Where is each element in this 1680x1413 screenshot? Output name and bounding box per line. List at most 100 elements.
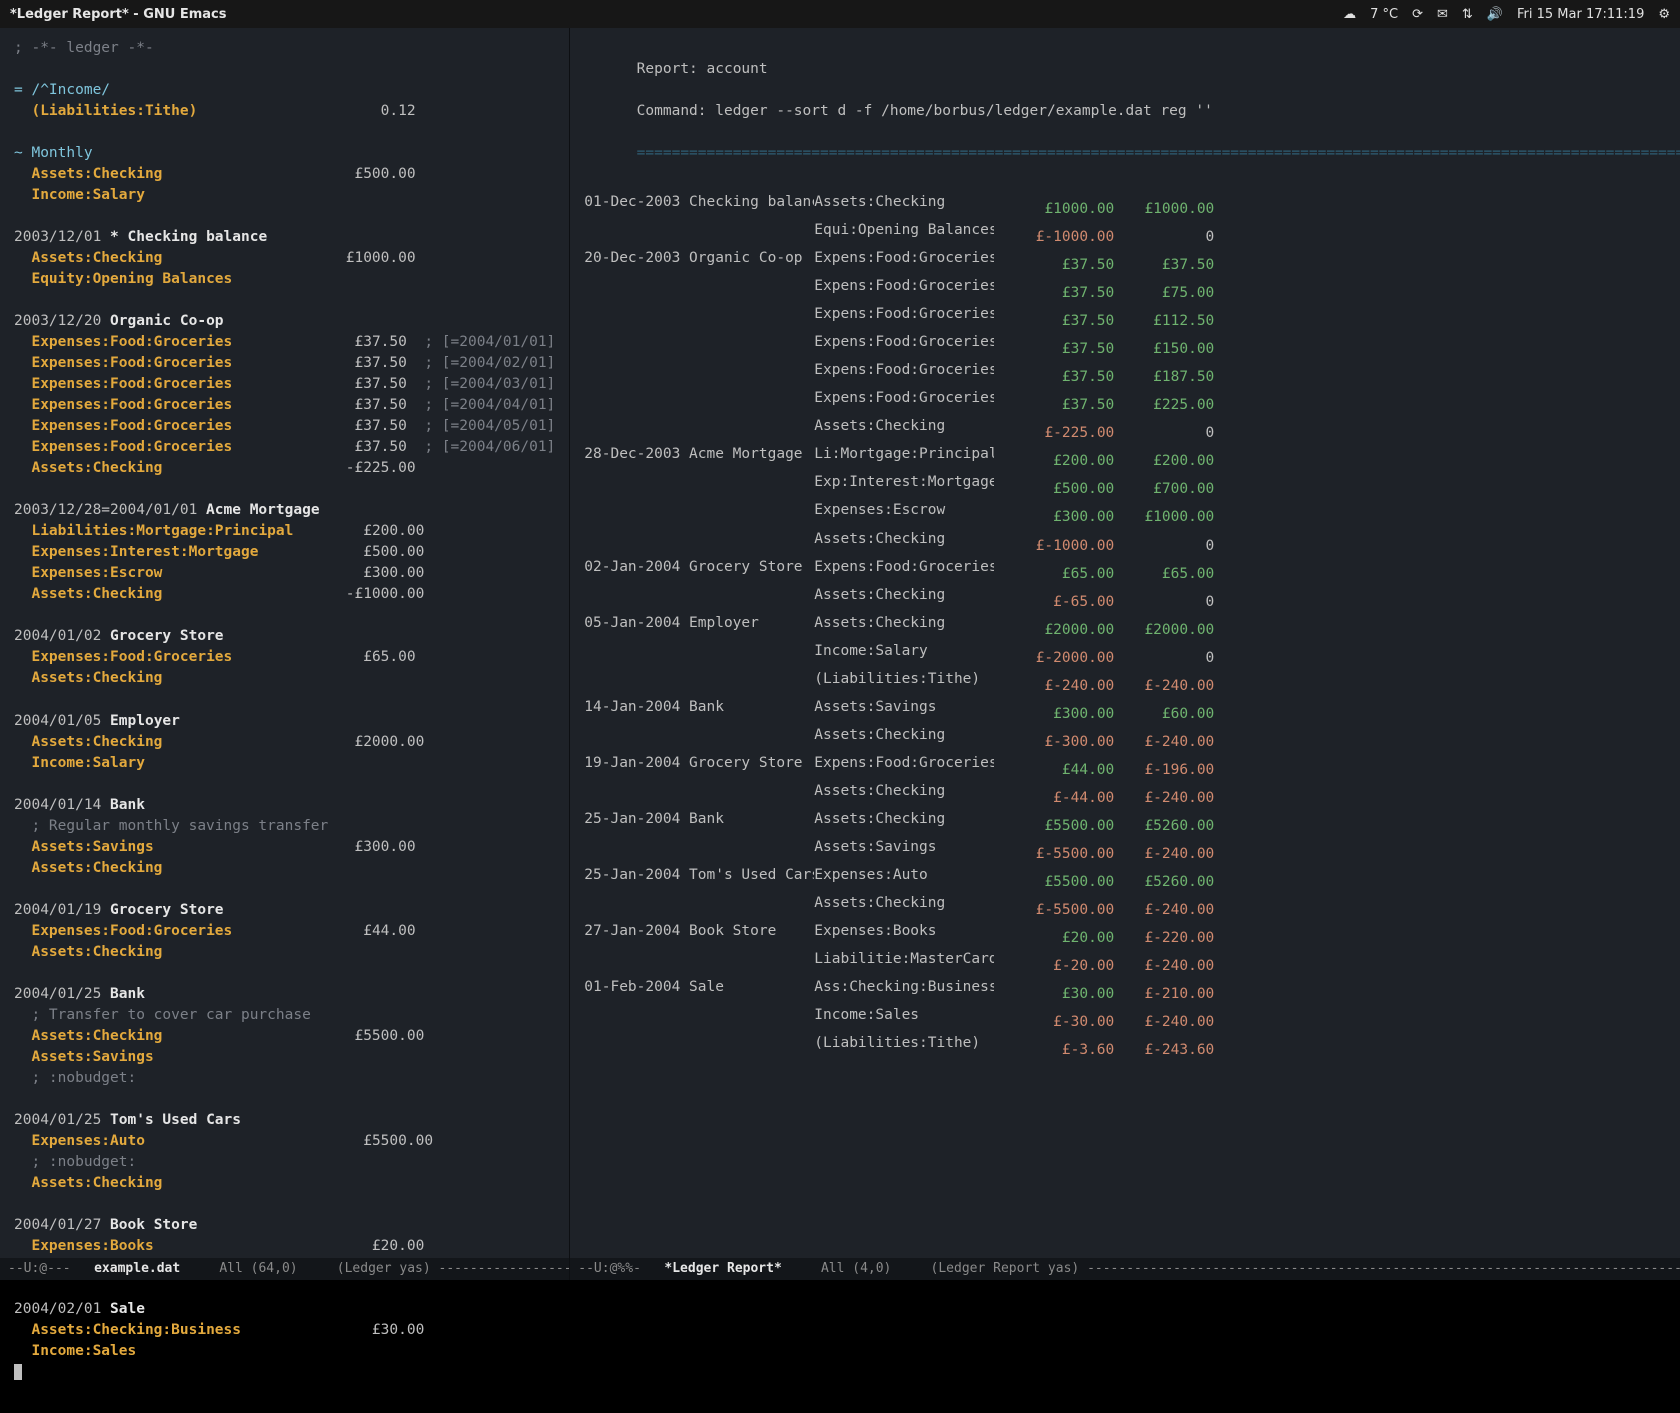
ledger-line: ; :nobudget: bbox=[14, 1152, 555, 1173]
ledger-line: 2003/12/28=2004/01/01 Acme Mortgage bbox=[14, 500, 555, 521]
ledger-line bbox=[14, 479, 555, 500]
ledger-line: Assets:Checking bbox=[14, 668, 555, 689]
report-row: 25-Jan-2004 BankAssets:Checking£5500.00£… bbox=[584, 809, 1680, 837]
volume-icon[interactable]: 🔊 bbox=[1487, 7, 1503, 22]
ledger-line: Income:Salary bbox=[14, 185, 555, 206]
ledger-line: Expenses:Escrow £300.00 bbox=[14, 563, 555, 584]
ledger-line bbox=[14, 879, 555, 900]
ledger-line bbox=[14, 1194, 555, 1215]
ledger-buffer[interactable]: ; -*- ledger -*- = /^Income/ (Liabilitie… bbox=[14, 38, 555, 1413]
ledger-line: 2004/01/27 Book Store bbox=[14, 1215, 555, 1236]
modeline-flags: --U:@--- bbox=[8, 1261, 71, 1276]
top-menubar: *Ledger Report* - GNU Emacs ☁ 7 °C ⟳ ✉ ⇅… bbox=[0, 0, 1680, 28]
ledger-line bbox=[14, 290, 555, 311]
ledger-line: 2004/01/25 Bank bbox=[14, 984, 555, 1005]
emacs-frame: ; -*- ledger -*- = /^Income/ (Liabilitie… bbox=[0, 28, 1680, 1280]
ledger-line: 2004/01/25 Tom's Used Cars bbox=[14, 1110, 555, 1131]
report-command: Command: ledger --sort d -f /home/borbus… bbox=[637, 103, 1213, 119]
ledger-line: ; Regular monthly savings transfer bbox=[14, 816, 555, 837]
report-row: Assets:Checking£-44.00£-240.00 bbox=[584, 781, 1680, 809]
gear-icon[interactable]: ⚙ bbox=[1658, 7, 1670, 22]
ledger-line: Expenses:Food:Groceries £37.50 ; [=2004/… bbox=[14, 374, 555, 395]
ledger-line: Equity:Opening Balances bbox=[14, 269, 555, 290]
modeline-flags: --U:@%%- bbox=[578, 1261, 641, 1276]
report-row: Assets:Checking£-1000.000 bbox=[584, 529, 1680, 557]
ledger-line bbox=[14, 1278, 555, 1299]
report-row: Equi:Opening Balances£-1000.000 bbox=[584, 220, 1680, 248]
ledger-line: Income:Sales bbox=[14, 1341, 555, 1362]
ledger-line: Expenses:Food:Groceries £44.00 bbox=[14, 921, 555, 942]
ledger-line: Assets:Checking £1000.00 bbox=[14, 248, 555, 269]
modeline-right: --U:@%%- *Ledger Report* All (4,0) (Ledg… bbox=[570, 1258, 1680, 1280]
ledger-line bbox=[14, 605, 555, 626]
modeline-buffer-name: *Ledger Report* bbox=[664, 1261, 781, 1276]
ledger-line: Expenses:Interest:Mortgage £500.00 bbox=[14, 542, 555, 563]
ledger-line bbox=[14, 122, 555, 143]
ledger-line: 2004/01/05 Employer bbox=[14, 711, 555, 732]
report-row: 02-Jan-2004 Grocery StoreExpens:Food:Gro… bbox=[584, 557, 1680, 585]
report-row: Expens:Food:Groceries£37.50£75.00 bbox=[584, 276, 1680, 304]
ledger-line: Assets:Checking £500.00 bbox=[14, 164, 555, 185]
ledger-line: (Liabilities:Tithe) 0.12 bbox=[14, 101, 555, 122]
modeline-position: All (4,0) bbox=[821, 1261, 891, 1276]
report-row: 19-Jan-2004 Grocery StoreExpens:Food:Gro… bbox=[584, 753, 1680, 781]
ledger-line: 2004/01/19 Grocery Store bbox=[14, 900, 555, 921]
modeline-fill bbox=[1087, 1261, 1680, 1276]
ledger-line: Expenses:Auto £5500.00 bbox=[14, 1131, 555, 1152]
ledger-line: Assets:Checking bbox=[14, 1173, 555, 1194]
modeline-modes: (Ledger yas) bbox=[337, 1261, 431, 1276]
report-row: Assets:Checking£-5500.00£-240.00 bbox=[584, 893, 1680, 921]
system-tray: ☁ 7 °C ⟳ ✉ ⇅ 🔊 Fri 15 Mar 17:11:19 ⚙ bbox=[1343, 7, 1670, 22]
ledger-line: Income:Salary bbox=[14, 753, 555, 774]
report-row: (Liabilities:Tithe)£-3.60£-243.60 bbox=[584, 1033, 1680, 1061]
report-buffer[interactable]: Report: account Command: ledger --sort d… bbox=[584, 38, 1680, 1133]
modeline-position: All (64,0) bbox=[219, 1261, 297, 1276]
report-row: Expens:Food:Groceries£37.50£187.50 bbox=[584, 360, 1680, 388]
report-row: 20-Dec-2003 Organic Co-opExpens:Food:Gro… bbox=[584, 248, 1680, 276]
ledger-line bbox=[14, 963, 555, 984]
ledger-line: Assets:Checking -£225.00 bbox=[14, 458, 555, 479]
ledger-line: 2003/12/01 * Checking balance bbox=[14, 227, 555, 248]
report-row: 27-Jan-2004 Book StoreExpenses:Books£20.… bbox=[584, 921, 1680, 949]
ledger-line: Assets:Checking £5500.00 bbox=[14, 1026, 555, 1047]
ledger-line bbox=[14, 1089, 555, 1110]
ledger-line: Expenses:Food:Groceries £65.00 bbox=[14, 647, 555, 668]
report-row: (Liabilities:Tithe)£-240.00£-240.00 bbox=[584, 669, 1680, 697]
ledger-line bbox=[14, 774, 555, 795]
ledger-line: Expenses:Food:Groceries £37.50 ; [=2004/… bbox=[14, 332, 555, 353]
ledger-line: Expenses:Food:Groceries £37.50 ; [=2004/… bbox=[14, 395, 555, 416]
report-row: Expens:Food:Groceries£37.50£225.00 bbox=[584, 388, 1680, 416]
report-row: Expens:Food:Groceries£37.50£112.50 bbox=[584, 304, 1680, 332]
ledger-line: Liabilities:Mortgage:Principal £200.00 bbox=[14, 521, 555, 542]
ledger-line: ; :nobudget: bbox=[14, 1068, 555, 1089]
report-row: Income:Salary£-2000.000 bbox=[584, 641, 1680, 669]
ledger-line bbox=[14, 206, 555, 227]
refresh-icon[interactable]: ⟳ bbox=[1412, 7, 1423, 22]
report-row: 25-Jan-2004 Tom's Used CarsExpenses:Auto… bbox=[584, 865, 1680, 893]
ledger-line: Assets:Checking £2000.00 bbox=[14, 732, 555, 753]
report-body: 01-Dec-2003 Checking balanceAssets:Check… bbox=[584, 192, 1680, 1061]
window-title: *Ledger Report* - GNU Emacs bbox=[10, 7, 226, 22]
ledger-line: ; -*- ledger -*- bbox=[14, 38, 555, 59]
ledger-line bbox=[14, 1362, 555, 1383]
network-icon[interactable]: ⇅ bbox=[1462, 7, 1473, 22]
ledger-line: Assets:Checking bbox=[14, 858, 555, 879]
report-row: Income:Sales£-30.00£-240.00 bbox=[584, 1005, 1680, 1033]
modeline-modes: (Ledger Report yas) bbox=[931, 1261, 1080, 1276]
report-row: Liabilitie:MasterCard£-20.00£-240.00 bbox=[584, 949, 1680, 977]
report-row: Assets:Savings£-5500.00£-240.00 bbox=[584, 837, 1680, 865]
ledger-line: Expenses:Books £20.00 bbox=[14, 1236, 555, 1257]
ledger-line: Expenses:Food:Groceries £37.50 ; [=2004/… bbox=[14, 353, 555, 374]
right-window[interactable]: Report: account Command: ledger --sort d… bbox=[570, 28, 1680, 1280]
report-row: Exp:Interest:Mortgage£500.00£700.00 bbox=[584, 472, 1680, 500]
ledger-line: = /^Income/ bbox=[14, 80, 555, 101]
report-row: Expens:Food:Groceries£37.50£150.00 bbox=[584, 332, 1680, 360]
ledger-line: 2004/01/02 Grocery Store bbox=[14, 626, 555, 647]
mail-icon[interactable]: ✉ bbox=[1437, 7, 1448, 22]
report-row: Assets:Checking£-300.00£-240.00 bbox=[584, 725, 1680, 753]
report-row: Expenses:Escrow£300.00£1000.00 bbox=[584, 500, 1680, 528]
report-row: 28-Dec-2003 Acme MortgageLi:Mortgage:Pri… bbox=[584, 444, 1680, 472]
weather-icon: ☁ bbox=[1343, 7, 1356, 22]
left-window[interactable]: ; -*- ledger -*- = /^Income/ (Liabilitie… bbox=[0, 28, 570, 1280]
ledger-line: 2003/12/20 Organic Co-op bbox=[14, 311, 555, 332]
